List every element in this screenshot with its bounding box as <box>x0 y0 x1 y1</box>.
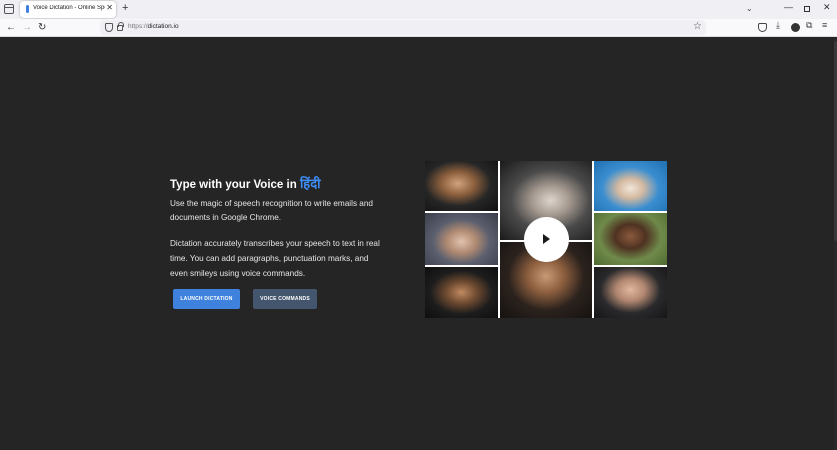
pocket-icon[interactable] <box>758 23 767 32</box>
tab-list-icon[interactable] <box>4 4 14 14</box>
hamburger-menu-icon[interactable]: ≡ <box>822 20 827 30</box>
voice-commands-button[interactable]: VOICE COMMANDS <box>253 289 317 309</box>
portrait-image <box>594 213 667 265</box>
forward-button[interactable]: → <box>22 21 32 35</box>
close-window-button[interactable]: ✕ <box>823 2 831 13</box>
hero-title: Type with your Voice in हिंदी <box>170 174 320 192</box>
portrait-image <box>425 161 498 211</box>
url-text[interactable]: https://dictation.io <box>128 23 179 30</box>
language-selector[interactable]: हिंदी <box>300 177 321 192</box>
download-icon[interactable]: ⤓ <box>776 20 780 31</box>
bookmark-star-icon[interactable]: ☆ <box>693 21 702 32</box>
new-tab-button[interactable]: + <box>122 2 128 14</box>
portrait-image <box>594 267 667 318</box>
portrait-image <box>594 161 667 211</box>
hero-details: Dictation accurately transcribes your sp… <box>170 239 380 278</box>
tab-bar: Voice Dictation - Online Speech ✕ + ⌄ — … <box>0 0 837 19</box>
video-collage[interactable] <box>425 161 667 318</box>
hero-description: Use the magic of speech recognition to w… <box>170 199 373 222</box>
microphone-favicon-icon <box>26 5 29 13</box>
navigation-bar: ← → ↻ https://dictation.io ☆ ⤓ ⧉ ≡ <box>0 19 837 37</box>
play-video-button[interactable] <box>524 217 569 262</box>
minimize-window-button[interactable]: — <box>784 2 793 12</box>
account-icon[interactable] <box>791 23 800 32</box>
close-tab-icon[interactable]: ✕ <box>106 3 113 12</box>
maximize-window-button[interactable] <box>804 6 810 12</box>
hero-title-text: Type with your Voice in <box>170 179 300 191</box>
address-bar[interactable]: https://dictation.io ☆ <box>100 20 706 35</box>
url-protocol: https:// <box>128 23 148 30</box>
browser-tab[interactable]: Voice Dictation - Online Speech ✕ <box>20 1 116 18</box>
back-button[interactable]: ← <box>6 21 16 35</box>
reload-button[interactable]: ↻ <box>38 21 46 35</box>
url-host: dictation.io <box>147 23 179 30</box>
portrait-image <box>425 213 498 265</box>
tab-title: Voice Dictation - Online Speech <box>33 5 105 11</box>
list-all-tabs-icon[interactable]: ⌄ <box>746 4 753 13</box>
portrait-image <box>425 267 498 318</box>
play-icon <box>543 234 550 244</box>
launch-dictation-button[interactable]: LAUNCH DICTATION <box>173 289 240 309</box>
extensions-icon[interactable]: ⧉ <box>806 20 812 31</box>
tracking-protection-shield-icon[interactable] <box>105 23 113 32</box>
lock-icon[interactable] <box>117 22 124 31</box>
